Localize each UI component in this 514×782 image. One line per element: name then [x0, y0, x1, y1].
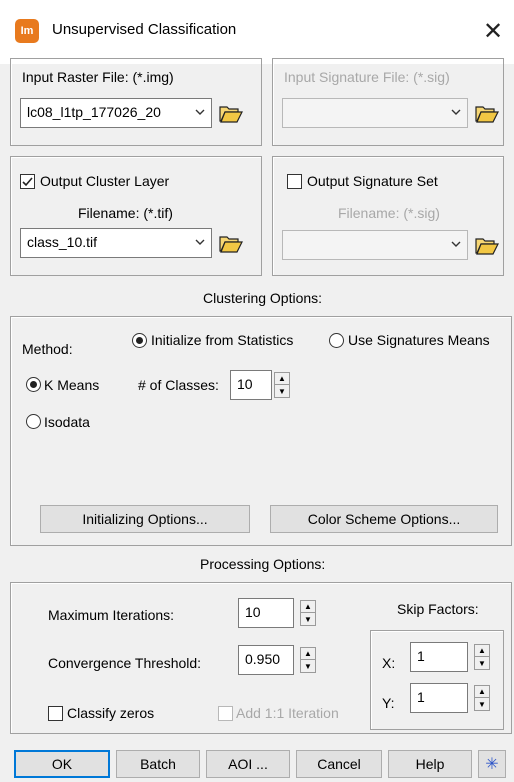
output-signature-label: Output Signature Set [307, 173, 438, 189]
window-title: Unsupervised Classification [52, 21, 237, 38]
spin-up-icon[interactable]: ▲ [275, 373, 289, 385]
skip-factors-label: Skip Factors: [397, 601, 479, 617]
input-signature-label: Input Signature File: (*.sig) [284, 69, 450, 85]
output-signature-filename-label: Filename: (*.sig) [338, 205, 440, 221]
cancel-button[interactable]: Cancel [296, 750, 382, 778]
spin-down-icon[interactable]: ▼ [475, 657, 489, 669]
close-icon: ✕ [482, 17, 504, 45]
skip-y-value: 1 [417, 689, 425, 705]
spin-up-icon[interactable]: ▲ [301, 648, 315, 660]
isodata-label: Isodata [44, 414, 90, 430]
spin-up-icon[interactable]: ▲ [475, 645, 489, 657]
input-signature-combo[interactable] [282, 98, 468, 128]
num-classes-value: 10 [237, 376, 253, 392]
folder-open-icon[interactable] [218, 231, 244, 255]
chevron-down-icon [451, 109, 461, 115]
asterisk-icon: ✳ [485, 756, 499, 773]
initializing-options-button[interactable]: Initializing Options... [40, 505, 250, 533]
spin-down-icon[interactable]: ▼ [301, 660, 315, 672]
ok-button[interactable]: OK [14, 750, 110, 778]
add-iteration-checkbox[interactable] [218, 706, 233, 721]
input-raster-label: Input Raster File: (*.img) [22, 69, 174, 85]
output-cluster-label: Output Cluster Layer [40, 173, 170, 189]
check-icon [22, 177, 33, 187]
chevron-down-icon [195, 109, 205, 115]
spin-down-icon[interactable]: ▼ [275, 385, 289, 397]
classify-zeros-checkbox[interactable] [48, 706, 63, 721]
input-raster-combo[interactable]: lc08_l1tp_177026_20 [20, 98, 212, 128]
num-classes-label: # of Classes: [138, 377, 219, 393]
max-iterations-input[interactable]: 10 [238, 598, 294, 628]
max-iterations-label: Maximum Iterations: [48, 607, 175, 623]
output-cluster-filename-label: Filename: (*.tif) [78, 205, 173, 221]
kmeans-label: K Means [44, 377, 100, 393]
batch-button[interactable]: Batch [116, 750, 200, 778]
skip-x-input[interactable]: 1 [410, 642, 468, 672]
spin-down-icon[interactable]: ▼ [301, 613, 315, 625]
processing-options-header: Processing Options: [200, 556, 326, 572]
output-signature-combo[interactable] [282, 230, 468, 260]
skip-x-value: 1 [417, 648, 425, 664]
clustering-options-header: Clustering Options: [203, 290, 323, 306]
output-cluster-value: class_10.tif [27, 234, 98, 250]
init-stats-radio[interactable] [132, 333, 147, 348]
folder-open-icon[interactable] [474, 233, 500, 257]
convergence-threshold-value: 0.950 [245, 651, 281, 667]
kmeans-radio[interactable] [26, 377, 41, 392]
num-classes-input[interactable]: 10 [230, 370, 272, 400]
chevron-down-icon [195, 239, 205, 245]
add-iteration-label: Add 1:1 Iteration [236, 705, 339, 721]
close-button[interactable]: ✕ [478, 16, 508, 46]
classify-zeros-label: Classify zeros [67, 705, 155, 721]
isodata-radio[interactable] [26, 414, 41, 429]
spin-down-icon[interactable]: ▼ [475, 698, 489, 710]
skip-y-label: Y: [382, 695, 395, 711]
skip-y-stepper[interactable]: ▲ ▼ [474, 685, 490, 711]
init-stats-label: Initialize from Statistics [151, 332, 294, 348]
use-sig-means-label: Use Signatures Means [348, 332, 490, 348]
max-iterations-value: 10 [245, 604, 261, 620]
help-button[interactable]: Help [388, 750, 472, 778]
method-label: Method: [22, 341, 73, 357]
max-iterations-stepper[interactable]: ▲ ▼ [300, 600, 316, 626]
spin-up-icon[interactable]: ▲ [475, 686, 489, 698]
aoi-button[interactable]: AOI ... [206, 750, 290, 778]
input-raster-value: lc08_l1tp_177026_20 [27, 104, 161, 120]
use-sig-means-radio[interactable] [329, 333, 344, 348]
spin-up-icon[interactable]: ▲ [301, 601, 315, 613]
folder-open-icon[interactable] [474, 101, 500, 125]
output-signature-checkbox[interactable] [287, 174, 302, 189]
skip-x-label: X: [382, 655, 396, 671]
num-classes-stepper[interactable]: ▲ ▼ [274, 372, 290, 398]
skip-x-stepper[interactable]: ▲ ▼ [474, 644, 490, 670]
folder-open-icon[interactable] [218, 101, 244, 125]
skip-y-input[interactable]: 1 [410, 683, 468, 713]
app-icon: Im [15, 19, 39, 43]
convergence-threshold-stepper[interactable]: ▲ ▼ [300, 647, 316, 673]
convergence-threshold-input[interactable]: 0.950 [238, 645, 294, 675]
output-cluster-checkbox[interactable] [20, 174, 35, 189]
output-cluster-combo[interactable]: class_10.tif [20, 228, 212, 258]
chevron-down-icon [451, 241, 461, 247]
color-scheme-options-button[interactable]: Color Scheme Options... [270, 505, 498, 533]
convergence-threshold-label: Convergence Threshold: [48, 655, 202, 671]
asterisk-button[interactable]: ✳ [478, 750, 506, 778]
